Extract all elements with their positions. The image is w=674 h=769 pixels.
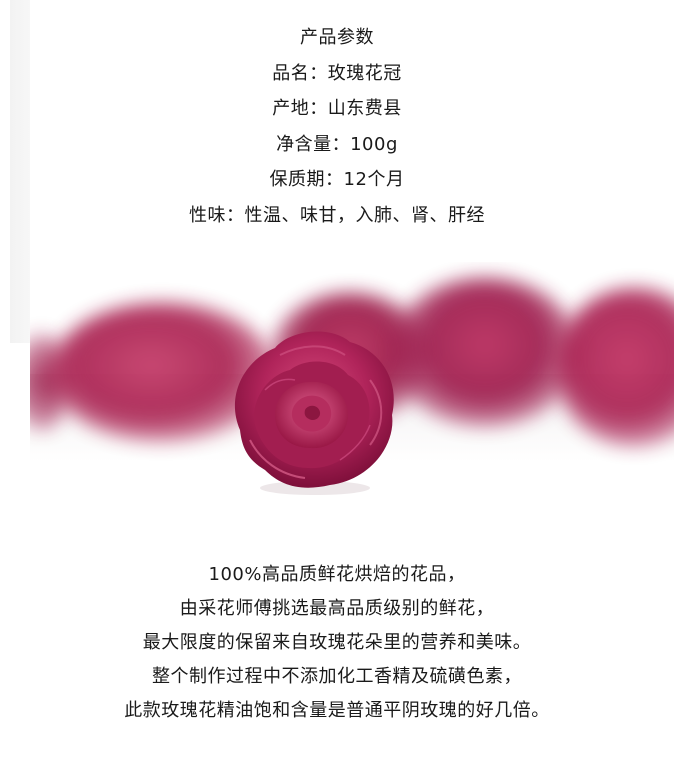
description-line: 最大限度的保留来自玫瑰花朵里的营养和美味。	[142, 632, 532, 653]
params-heading: 产品参数	[300, 27, 374, 48]
description-line: 整个制作过程中不添加化工香精及硫磺色素，	[152, 666, 522, 687]
description-line: 此款玫瑰花精油饱和含量是普通平阴玫瑰的好几倍。	[124, 700, 550, 721]
nature-and-flavor: 性味：性温、味甘，入肺、肾、肝经	[189, 204, 485, 226]
net-weight: 净含量：100g	[276, 133, 398, 155]
shelf-life: 保质期：12个月	[269, 169, 405, 190]
background-rose	[390, 277, 580, 427]
product-name: 品名：玫瑰花冠	[272, 62, 402, 84]
description-line: 100%高品质鲜花烘焙的花品，	[208, 564, 466, 585]
dried-rose-photo	[30, 262, 674, 500]
product-parameters: 产品参数 品名：玫瑰花冠 产地：山东费县 净含量：100g 保质期：12个月 性…	[0, 20, 674, 233]
product-origin: 产地：山东费县	[272, 98, 402, 119]
foreground-rose	[234, 331, 394, 495]
description-line: 由采花师傅挑选最高品质级别的鲜花，	[179, 598, 495, 619]
product-description: 100%高品质鲜花烘焙的花品， 由采花师傅挑选最高品质级别的鲜花， 最大限度的保…	[0, 558, 674, 728]
